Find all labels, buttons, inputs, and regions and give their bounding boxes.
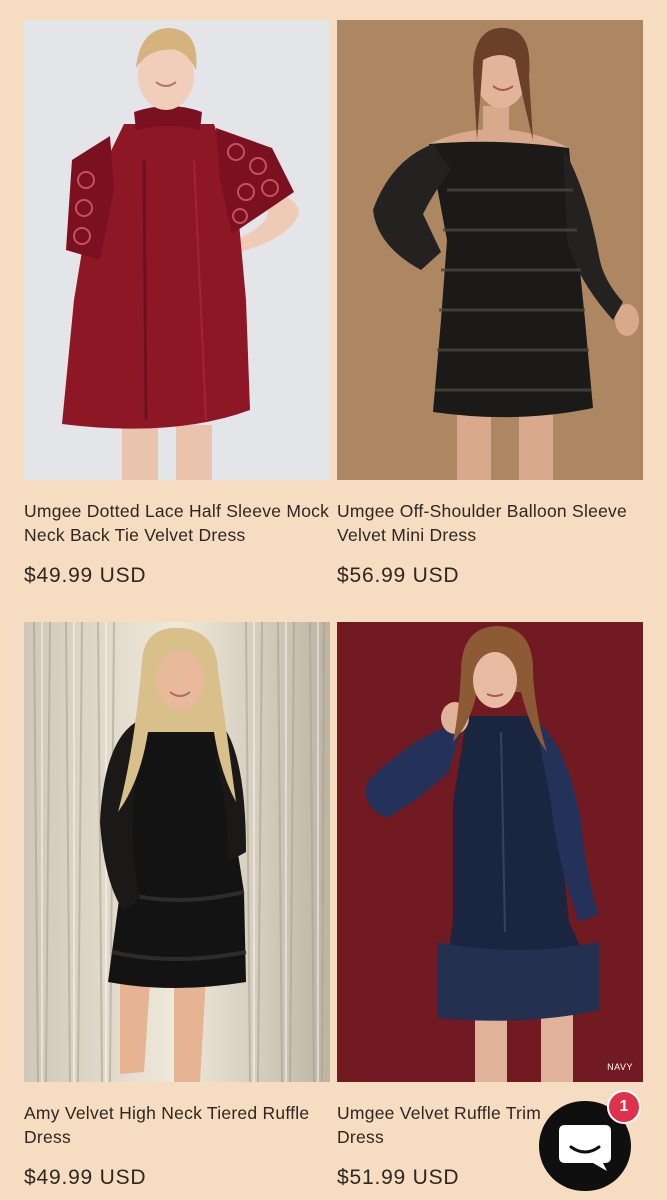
product-price: $49.99 USD — [24, 564, 147, 587]
product-card[interactable]: Umgee Off-Shoulder Balloon Sleeve Velvet… — [337, 20, 643, 588]
product-image[interactable] — [337, 20, 643, 480]
product-title[interactable]: Umgee Velvet Ruffle Trim Dress — [337, 1102, 543, 1149]
product-card[interactable]: Amy Velvet High Neck Tiered Ruffle Dress… — [24, 622, 330, 1190]
product-title[interactable]: Umgee Dotted Lace Half Sleeve Mock Neck … — [24, 500, 334, 547]
product-price: $56.99 USD — [337, 564, 460, 587]
product-title[interactable]: Umgee Off-Shoulder Balloon Sleeve Velvet… — [337, 500, 647, 547]
product-title[interactable]: Amy Velvet High Neck Tiered Ruffle Dress — [24, 1102, 334, 1149]
product-image[interactable]: NAVY — [337, 622, 643, 1082]
product-image[interactable] — [24, 622, 330, 1082]
chat-bubble-icon — [559, 1125, 611, 1171]
product-price: $49.99 USD — [24, 1166, 147, 1189]
notification-badge: 1 — [607, 1090, 641, 1124]
color-tag: NAVY — [607, 1062, 633, 1072]
product-image[interactable] — [24, 20, 330, 480]
product-card[interactable]: Umgee Dotted Lace Half Sleeve Mock Neck … — [24, 20, 330, 588]
